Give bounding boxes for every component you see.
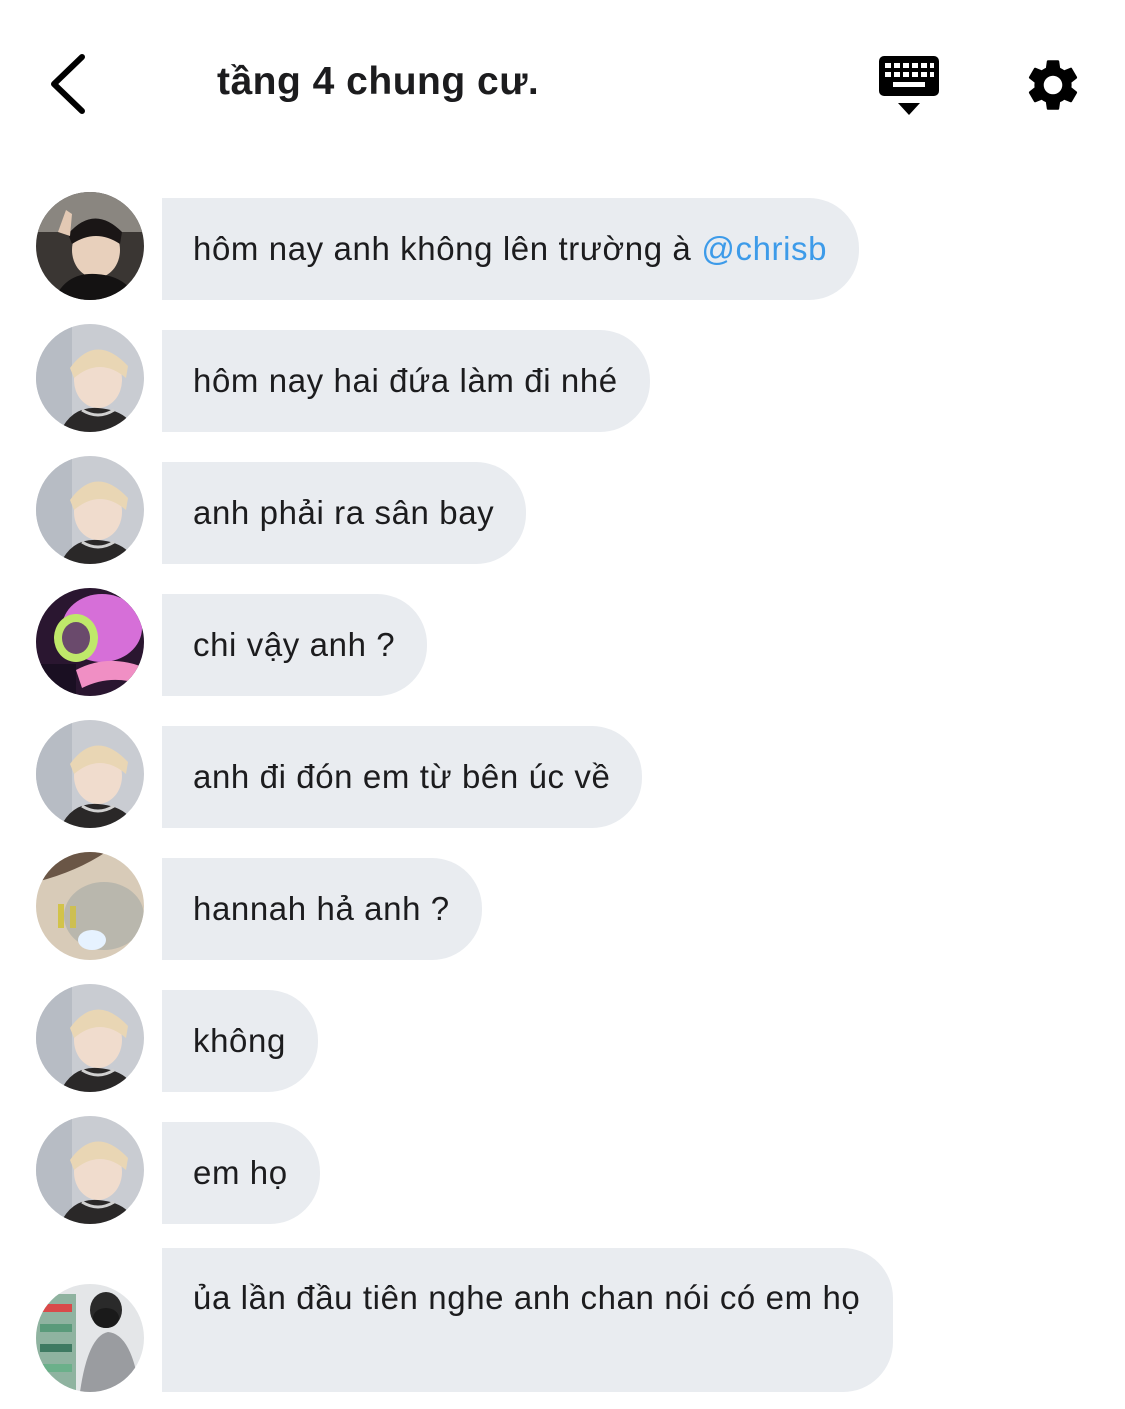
message-text: hôm nay anh không lên trường à [193, 230, 692, 267]
message-bubble: chi vậy anh ? [162, 594, 428, 696]
avatar-blonde-image [36, 324, 144, 432]
message-bubble: hôm nay anh không lên trường à @chrisb [162, 198, 860, 300]
chat-title: tầng 4 chung cư. [217, 60, 540, 103]
message-text: anh phải ra sân bay [193, 494, 495, 531]
avatar[interactable] [36, 984, 144, 1092]
message-text: ủa lần đầu tiên nghe anh chan nói có em … [193, 1279, 861, 1316]
avatar-masked-image [36, 1284, 144, 1392]
message-bubble: ủa lần đầu tiên nghe anh chan nói có em … [162, 1248, 893, 1392]
mention-link[interactable]: @chrisb [701, 228, 827, 270]
message-text: chi vậy anh ? [193, 626, 396, 663]
message-bubble: hôm nay hai đứa làm đi nhé [162, 330, 650, 432]
avatar-pink-neon-image [36, 588, 144, 696]
gear-icon [1028, 60, 1078, 110]
keyboard-hide-icon [879, 56, 939, 115]
message-bubble: em họ [162, 1122, 320, 1224]
avatar-blonde-image [36, 720, 144, 828]
chevron-left-icon [51, 54, 85, 114]
message-text: hôm nay hai đứa làm đi nhé [193, 362, 618, 399]
avatar[interactable] [36, 1116, 144, 1224]
settings-button[interactable] [1022, 54, 1084, 116]
avatar-dark-hair-image [36, 192, 144, 300]
avatar[interactable] [36, 324, 144, 432]
message-text: em họ [193, 1154, 288, 1191]
message-bubble: anh phải ra sân bay [162, 462, 527, 564]
avatar-blonde-image [36, 456, 144, 564]
chat-header: tầng 4 chung cư. [0, 0, 1125, 170]
message-text: anh đi đón em từ bên úc về [193, 758, 611, 795]
message-bubble: anh đi đón em từ bên úc về [162, 726, 643, 828]
message-text: không [193, 1022, 286, 1059]
keyboard-toggle-button[interactable] [876, 52, 942, 118]
avatar-blonde-image [36, 1116, 144, 1224]
avatar[interactable] [36, 1284, 144, 1392]
avatar[interactable] [36, 720, 144, 828]
avatar[interactable] [36, 852, 144, 960]
avatar[interactable] [36, 456, 144, 564]
message-text: hannah hả anh ? [193, 890, 450, 927]
message-bubble: hannah hả anh ? [162, 858, 482, 960]
avatar[interactable] [36, 192, 144, 300]
avatar-plush-image [36, 852, 144, 960]
avatar[interactable] [36, 588, 144, 696]
back-button[interactable] [38, 48, 98, 120]
message-bubble: không [162, 990, 318, 1092]
avatar-blonde-image [36, 984, 144, 1092]
